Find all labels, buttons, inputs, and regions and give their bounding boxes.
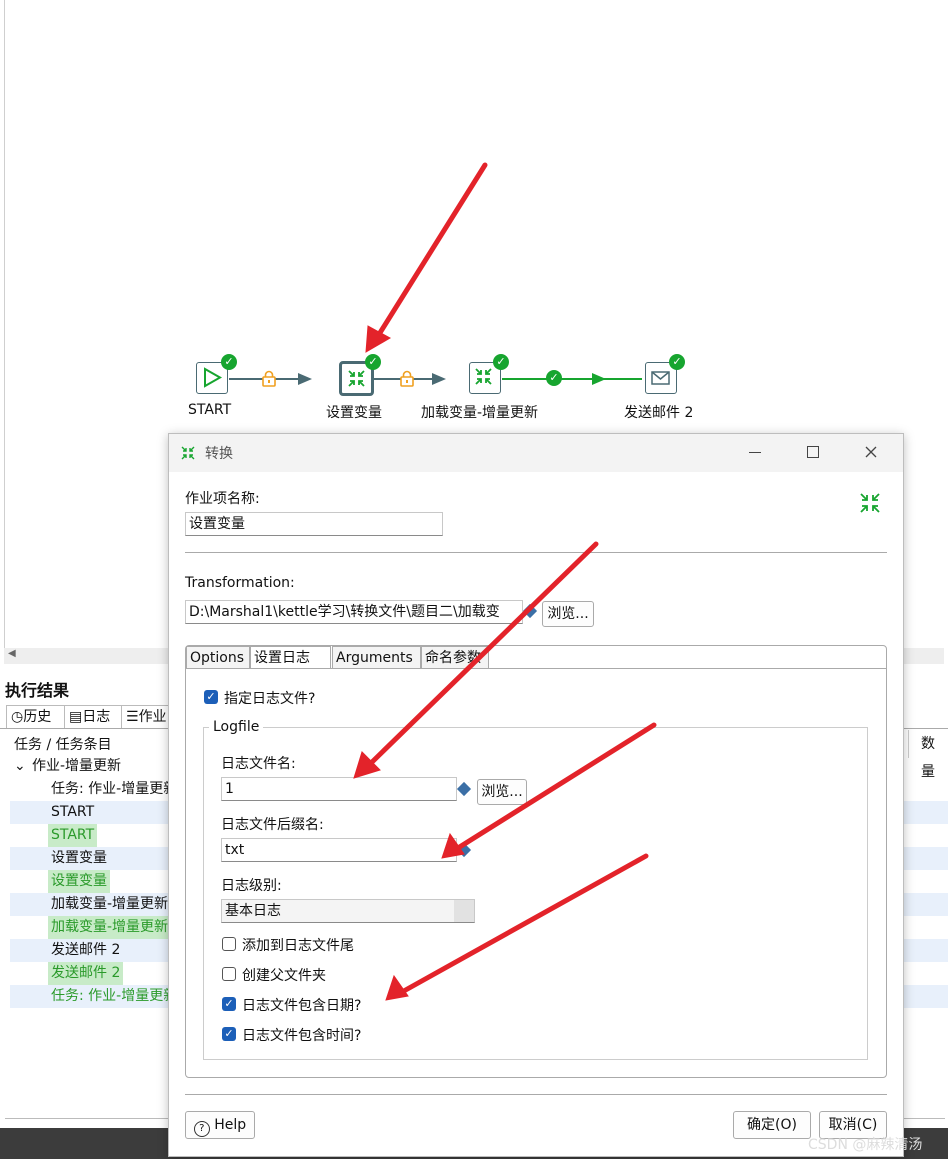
success-icon: ✓ xyxy=(365,354,381,370)
logfile-name-label: 日志文件名: xyxy=(221,756,296,772)
transformation-path-input[interactable]: D:\Marshal1\kettle学习\转换文件\题目二\加载变 xyxy=(185,600,523,624)
help-button[interactable]: ? Help xyxy=(185,1111,255,1139)
column-header-count: 数量 xyxy=(908,730,948,780)
node-label: START xyxy=(188,402,232,418)
help-icon: ? xyxy=(193,1121,210,1137)
tab-options[interactable]: Options xyxy=(186,646,250,668)
scroll-left-icon[interactable]: ◀ xyxy=(8,648,16,659)
transform-icon xyxy=(860,493,880,513)
transformation-label: Transformation: xyxy=(185,575,295,591)
list-icon: ☰ xyxy=(126,709,139,725)
include-time-checkbox[interactable]: ✓ xyxy=(222,1027,236,1041)
lock-icon xyxy=(262,370,276,387)
canvas-left-border xyxy=(4,0,5,650)
variable-icon xyxy=(522,603,538,619)
tab-underline xyxy=(186,668,886,669)
node-label: 设置变量 xyxy=(326,405,382,421)
browse-logfile-button[interactable]: 浏览... xyxy=(477,779,527,805)
minimize-icon[interactable] xyxy=(749,452,761,453)
hop-arrow-icon xyxy=(298,373,312,385)
separator xyxy=(185,1094,887,1095)
log-level-select[interactable]: 基本日志 xyxy=(221,899,475,923)
tab-history[interactable]: ◷历史 xyxy=(6,705,71,729)
success-icon: ✓ xyxy=(493,354,509,370)
tab-log[interactable]: ▤日志 xyxy=(64,705,126,729)
success-icon: ✓ xyxy=(221,354,237,370)
dialog-title: 转换 xyxy=(205,446,233,462)
include-date-label: 日志文件包含日期? xyxy=(242,998,362,1014)
transform-icon xyxy=(181,446,195,460)
create-parent-label: 创建父文件夹 xyxy=(242,968,326,984)
tab-log-settings[interactable]: 设置日志 xyxy=(250,646,331,668)
success-icon: ✓ xyxy=(546,370,562,386)
node-label: 发送邮件 2 xyxy=(624,405,694,421)
transform-icon xyxy=(348,370,365,387)
browse-transformation-button[interactable]: 浏览... xyxy=(542,601,594,627)
create-parent-checkbox[interactable] xyxy=(222,967,236,981)
include-time-label: 日志文件包含时间? xyxy=(242,1028,362,1044)
results-title: 执行结果 xyxy=(5,681,70,700)
transformation-dialog: 转换 作业项名称: 设置变量 Transformation: D:\Marsha… xyxy=(168,433,904,1157)
ok-button[interactable]: 确定(O) xyxy=(733,1111,811,1139)
separator xyxy=(185,552,887,553)
append-label: 添加到日志文件尾 xyxy=(242,938,354,954)
job-name-input[interactable]: 设置变量 xyxy=(185,512,443,536)
hop-arrow-icon xyxy=(592,373,606,385)
logfile-name-input[interactable]: 1 xyxy=(221,777,457,801)
column-header: 任务 / 任务条目 xyxy=(14,737,112,753)
clock-icon: ◷ xyxy=(11,709,24,725)
lock-icon xyxy=(400,370,414,387)
job-name-label: 作业项名称: xyxy=(185,491,260,507)
dialog-titlebar[interactable]: 转换 xyxy=(169,434,903,472)
document-icon: ▤ xyxy=(69,709,83,725)
node-label: 加载变量-增量更新 xyxy=(421,405,539,421)
logfile-group-label: Logfile xyxy=(209,719,264,735)
maximize-icon[interactable] xyxy=(807,446,819,458)
hop-arrow-icon xyxy=(432,373,446,385)
log-level-label: 日志级别: xyxy=(221,878,282,894)
logfile-ext-input[interactable]: txt xyxy=(221,838,457,862)
dropdown-button[interactable] xyxy=(454,900,474,922)
specify-logfile-label: 指定日志文件? xyxy=(224,691,316,707)
include-date-checkbox[interactable]: ✓ xyxy=(222,997,236,1011)
tab-arguments[interactable]: Arguments xyxy=(332,646,421,668)
success-icon: ✓ xyxy=(669,354,685,370)
chevron-down-icon[interactable]: ⌄ xyxy=(14,755,26,778)
close-icon[interactable] xyxy=(865,446,877,458)
append-checkbox[interactable] xyxy=(222,937,236,951)
watermark: CSDN @麻辣清汤 xyxy=(808,1137,923,1153)
hop-load-mail[interactable] xyxy=(502,378,642,380)
specify-logfile-checkbox[interactable]: ✓ xyxy=(204,690,218,704)
logfile-ext-label: 日志文件后缀名: xyxy=(221,817,324,833)
tab-named-params[interactable]: 命名参数 xyxy=(421,646,489,668)
